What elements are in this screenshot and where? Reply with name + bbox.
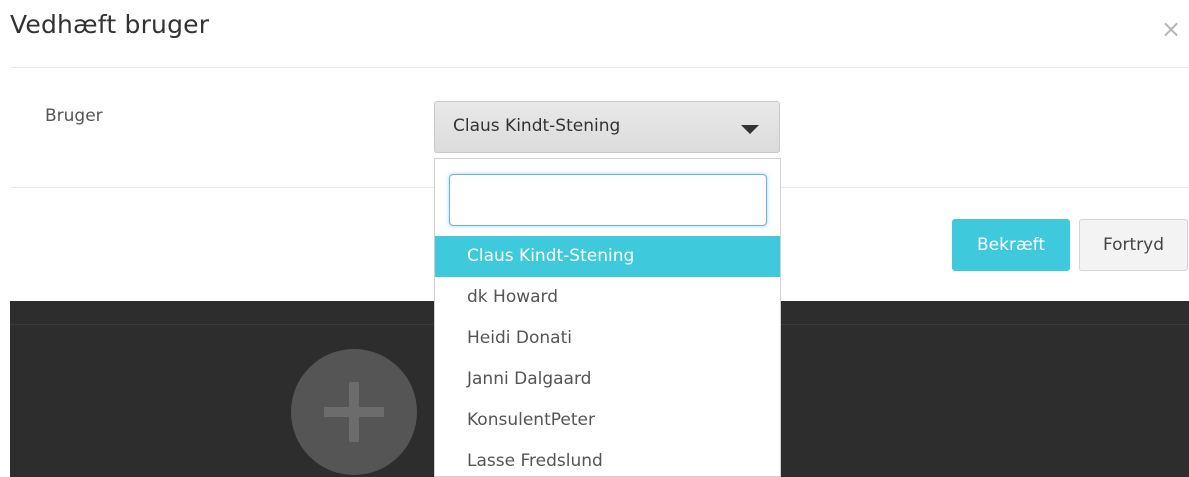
user-field-label: Bruger	[45, 106, 103, 126]
add-button[interactable]	[291, 349, 417, 475]
confirm-button[interactable]: Bekræft	[952, 219, 1070, 271]
modal-title: Vedhæft bruger	[10, 10, 210, 39]
dropdown-option[interactable]: Heidi Donati	[435, 318, 780, 359]
cancel-button[interactable]: Fortryd	[1079, 219, 1188, 271]
dropdown-options: Claus Kindt-Stening dk Howard Heidi Dona…	[435, 236, 780, 476]
modal-header: Vedhæft bruger ×	[0, 0, 1189, 68]
caret-down-icon	[741, 125, 759, 134]
dropdown-option[interactable]: dk Howard	[435, 277, 780, 318]
user-dropdown: Claus Kindt-Stening dk Howard Heidi Dona…	[434, 158, 781, 477]
header-divider	[10, 67, 1189, 68]
dropdown-option[interactable]: Lasse Fredslund	[435, 441, 780, 476]
dropdown-search-input[interactable]	[449, 174, 767, 226]
dropdown-option[interactable]: Claus Kindt-Stening	[435, 236, 780, 277]
close-icon[interactable]: ×	[1159, 14, 1183, 44]
user-select[interactable]: Claus Kindt-Stening	[434, 101, 780, 153]
user-select-value: Claus Kindt-Stening	[453, 116, 621, 136]
dropdown-option[interactable]: Janni Dalgaard	[435, 359, 780, 400]
plus-icon-vertical	[349, 382, 359, 442]
dropdown-option[interactable]: KonsulentPeter	[435, 400, 780, 441]
